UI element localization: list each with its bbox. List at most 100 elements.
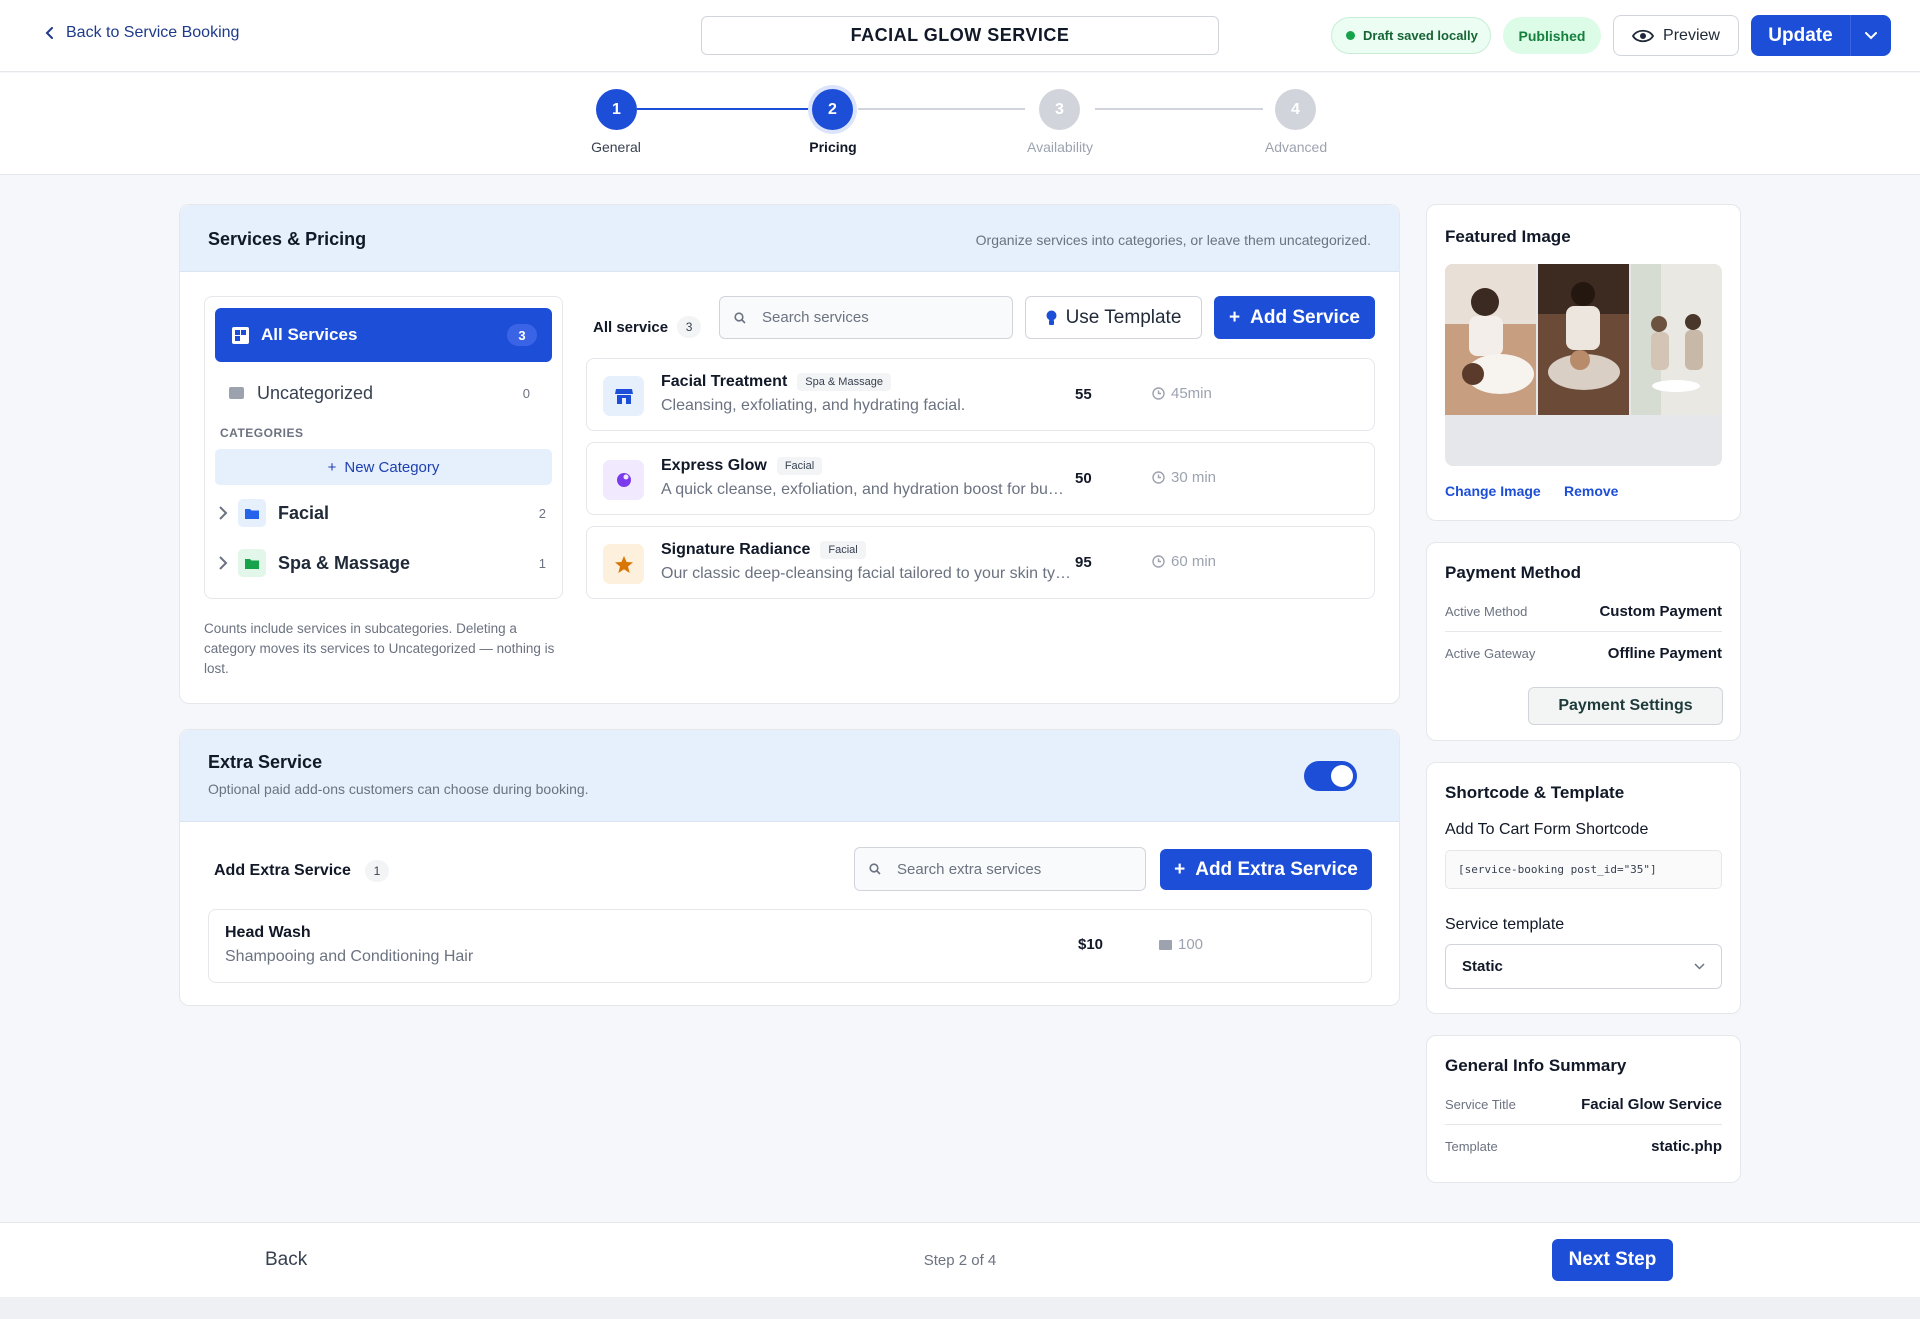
new-category-label: New Category [344,458,440,476]
search-icon [869,863,881,875]
payment-row-key: Active Gateway [1445,645,1536,661]
change-image-link[interactable]: Change Image [1445,483,1541,499]
service-duration: 60 min [1152,553,1216,570]
category-help-note: Counts include services in subcategories… [204,621,555,676]
wizard-footer: Back Step 2 of 4 Next Step [0,1222,1920,1297]
payment-active-gateway-row: Active Gateway Offline Payment [1445,633,1722,673]
category-item-facial[interactable]: Facial 2 [215,493,552,533]
search-extra-services-input[interactable]: Search extra services [854,847,1146,891]
spa-photo-2 [1538,264,1629,415]
category-all-label: All Services [261,325,358,344]
back-link-label: Back to Service Booking [66,24,240,41]
archive-icon [229,387,244,399]
service-price: 50 [1075,470,1092,487]
status-dot-icon [1346,31,1355,40]
grid-icon [232,326,249,344]
update-dropdown-toggle[interactable] [1851,31,1891,40]
draft-status-text: Draft saved locally [1363,28,1478,43]
search-services-input[interactable]: Search services [719,296,1013,339]
remove-image-link[interactable]: Remove [1564,483,1618,499]
service-price: 55 [1075,386,1092,403]
payment-row-key: Active Method [1445,604,1528,619]
summary-row-value: Facial Glow Service [1581,1096,1722,1113]
service-duration-text: 45min [1171,385,1212,402]
categories-heading: CATEGORIES [220,426,304,440]
category-panel: All Services 3 Uncategorized 0 CATEGORIE… [204,296,563,599]
cart-shortcode-field[interactable]: [service-booking post_id="35"] [1445,850,1722,889]
service-row-signature-radiance[interactable]: Signature Radiance Facial Our classic de… [586,526,1375,599]
step-3-label: Availability [1027,139,1093,155]
service-category-tag: Facial [820,541,866,559]
update-button[interactable]: Update [1751,15,1891,56]
category-item-spa-massage[interactable]: Spa & Massage 1 [215,543,552,583]
services-pricing-header: Services & Pricing Organize services int… [180,205,1399,272]
folder-icon [238,499,266,527]
next-step-button[interactable]: Next Step [1552,1239,1673,1281]
category-facial-count: 2 [538,505,546,521]
extra-service-quantity-text: 100 [1178,936,1204,953]
service-description: Our classic deep-cleansing facial tailor… [661,565,1071,582]
extra-service-list-label: Add Extra Service [214,862,351,879]
back-to-booking-link[interactable]: Back to Service Booking [44,24,239,42]
spa-photo-1 [1445,264,1536,415]
step-2-circle[interactable]: 2 [812,89,853,130]
add-extra-service-button[interactable]: + Add Extra Service [1160,849,1372,890]
payment-row-value: Custom Payment [1599,603,1722,620]
step-1-circle[interactable]: 1 [596,89,637,130]
shortcode-template-title: Shortcode & Template [1445,783,1625,802]
chevron-left-icon [45,27,53,39]
category-uncategorized[interactable]: Uncategorized 0 [215,371,552,415]
service-title-input[interactable]: FACIAL GLOW SERVICE [701,16,1219,55]
step-3-circle[interactable]: 3 [1039,89,1080,130]
eye-icon [1632,29,1655,42]
step-4-circle[interactable]: 4 [1275,89,1316,130]
featured-image-card: Featured Image Change Image Remove [1426,204,1741,521]
step-connector [858,108,1025,110]
preview-button[interactable]: Preview [1613,15,1739,56]
service-row-express-glow[interactable]: Express Glow Facial A quick cleanse, exf… [586,442,1375,515]
cart-shortcode-label: Add To Cart Form Shortcode [1445,821,1649,838]
chevron-down-icon [1865,31,1877,39]
service-duration-text: 60 min [1171,553,1217,570]
add-service-button[interactable]: + Add Service [1214,296,1375,339]
service-row-facial-treatment[interactable]: Facial Treatment Spa & Massage Cleansing… [586,358,1375,431]
service-description: A quick cleanse, exfoliation, and hydrat… [661,481,1071,498]
extra-service-description: Shampooing and Conditioning Hair [225,948,474,965]
extra-service-row-head-wash[interactable]: Head Wash Shampooing and Conditioning Ha… [208,909,1372,983]
category-all-count: 3 [507,324,537,346]
extra-service-toggle[interactable] [1304,761,1357,791]
service-price: 95 [1075,554,1092,571]
shortcode-template-card: Shortcode & Template Add To Cart Form Sh… [1426,762,1741,1014]
payment-settings-button[interactable]: Payment Settings [1528,687,1723,725]
lightbulb-icon [1046,310,1057,325]
use-template-button[interactable]: Use Template [1025,296,1202,339]
service-template-label: Service template [1445,916,1565,933]
search-extra-placeholder: Search extra services [897,860,1042,878]
service-list-heading: All service 3 [593,316,702,338]
update-label: Update [1768,24,1833,46]
featured-image-preview[interactable] [1445,264,1722,466]
extra-service-subtitle: Optional paid add-ons customers can choo… [208,781,589,797]
top-bar: Back to Service Booking FACIAL GLOW SERV… [0,0,1920,72]
extra-service-count: 1 [364,860,389,882]
new-category-button[interactable]: + New Category [215,449,552,485]
chevron-right-icon [219,556,228,570]
services-pricing-subtitle: Organize services into categories, or le… [975,232,1371,248]
service-duration: 45min [1152,385,1212,402]
featured-image-title: Featured Image [1445,227,1571,246]
services-pricing-card: Services & Pricing Organize services int… [179,204,1400,704]
summary-service-title-row: Service Title Facial Glow Service [1445,1085,1722,1125]
summary-template-row: Template static.php [1445,1126,1722,1166]
search-icon [734,311,746,324]
folder-icon [238,549,266,577]
published-badge: Published [1503,17,1601,54]
summary-row-value: static.php [1651,1137,1722,1155]
payment-method-title: Payment Method [1445,563,1582,582]
service-template-select[interactable]: Static [1445,944,1722,989]
payment-active-method-row: Active Method Custom Payment [1445,592,1722,632]
extra-service-name: Head Wash [225,924,311,941]
preview-label: Preview [1663,26,1720,44]
page-bottom-strip [0,1297,1920,1319]
step-connector-done [637,108,817,110]
category-all-services[interactable]: All Services 3 [215,308,552,362]
